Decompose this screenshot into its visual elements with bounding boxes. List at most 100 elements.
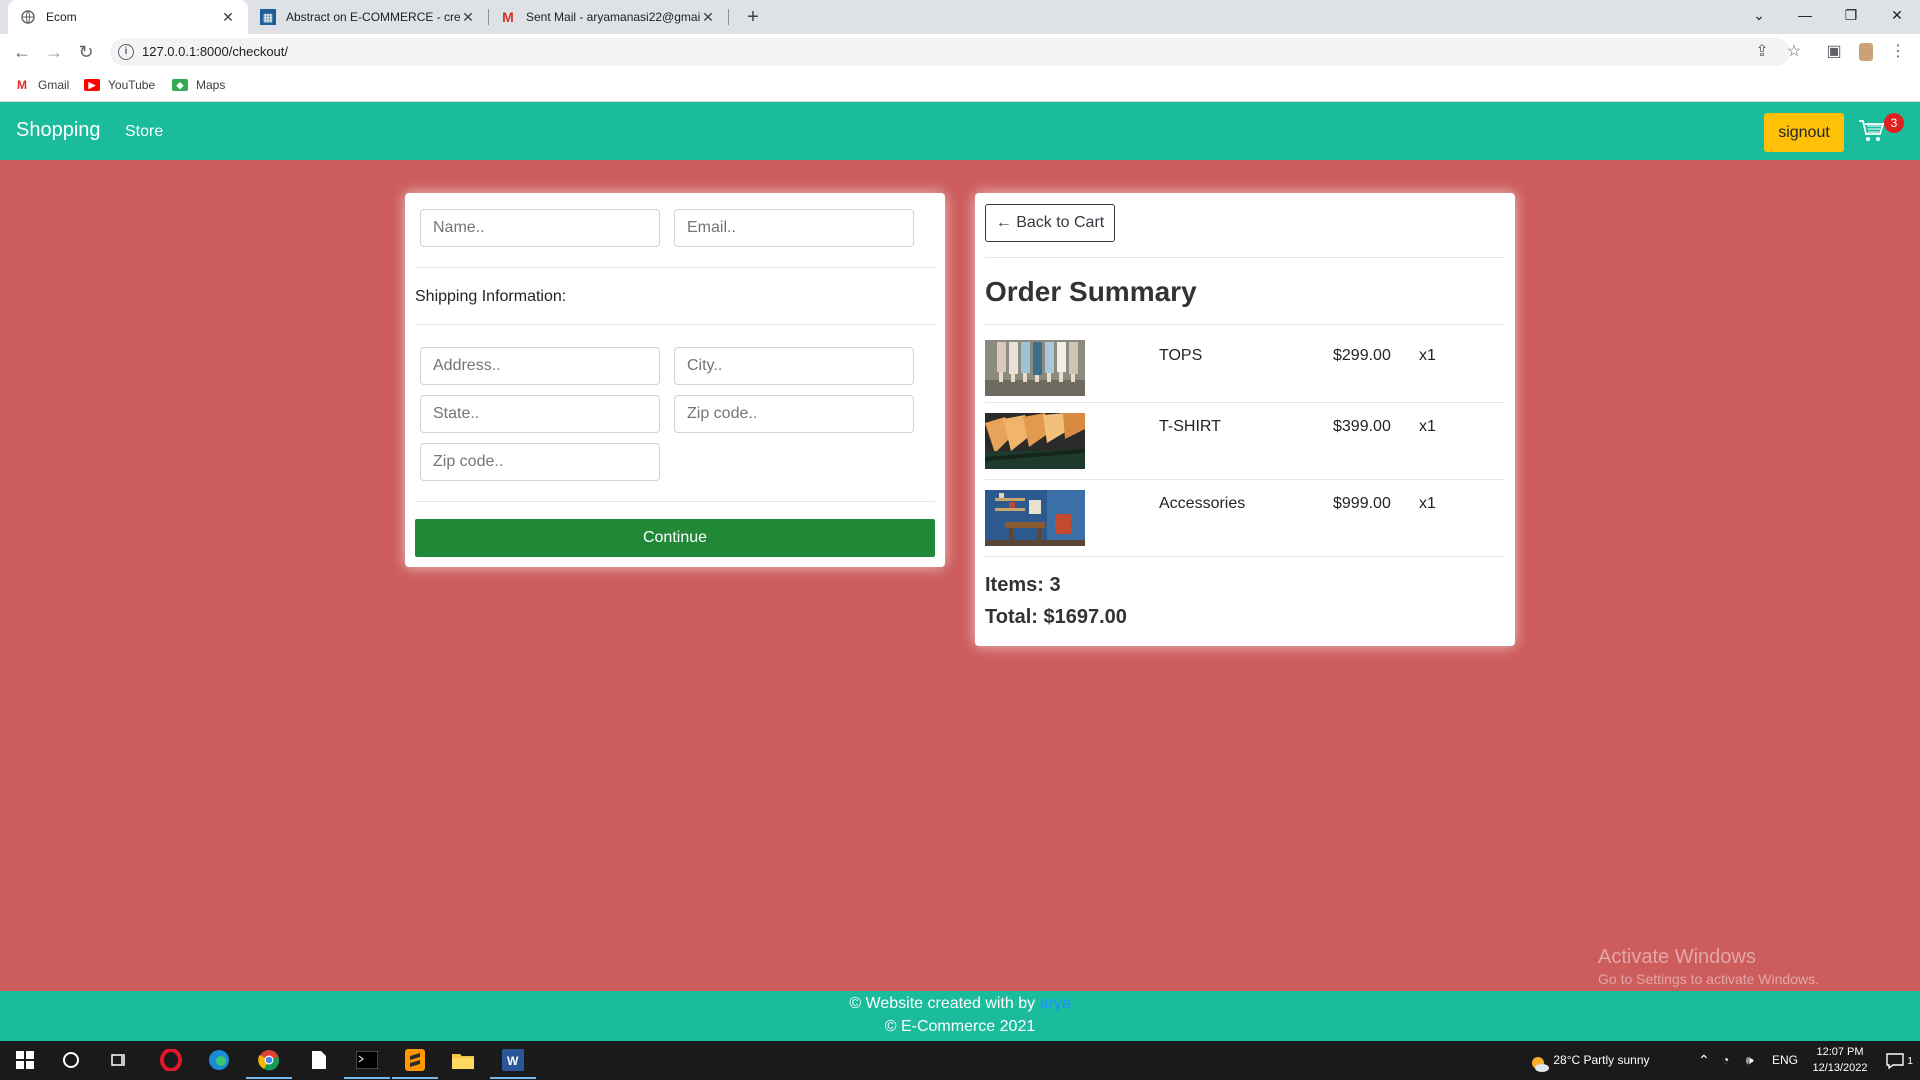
profile-avatar[interactable] (1854, 40, 1878, 64)
site-footer: © Website created with by arya © E-Comme… (0, 991, 1920, 1041)
item-name: Accessories (1159, 495, 1246, 512)
side-panel-icon[interactable]: ▣ (1822, 40, 1846, 64)
order-total: Total: $1697.00 (985, 606, 1127, 628)
file-explorer-icon[interactable] (450, 1047, 476, 1073)
item-price: $999.00 (1333, 495, 1391, 512)
close-window-button[interactable]: ✕ (1874, 0, 1920, 34)
restore-button[interactable]: ❐ (1828, 0, 1874, 34)
edge-icon[interactable] (206, 1047, 232, 1073)
sublime-text-icon[interactable] (392, 1047, 438, 1079)
opera-icon[interactable] (158, 1047, 184, 1073)
bookmark-label: Maps (196, 78, 226, 92)
share-icon[interactable]: ⇪ (1750, 40, 1774, 64)
file-icon[interactable] (306, 1047, 332, 1073)
bookmark-label: YouTube (108, 78, 156, 92)
reload-icon[interactable]: ↻ (74, 40, 98, 64)
volume-icon[interactable]: 🕪 (1746, 1041, 1754, 1080)
site-info-icon[interactable]: i (118, 44, 134, 60)
bookmark-maps[interactable]: ◆ Maps (172, 78, 225, 92)
watermark-subtitle: Go to Settings to activate Windows. (1598, 971, 1819, 987)
language-indicator[interactable]: ENG (1772, 1041, 1798, 1080)
close-tab-icon[interactable]: ✕ (700, 9, 716, 26)
signout-button[interactable]: signout (1764, 113, 1844, 152)
item-quantity: x1 (1419, 495, 1436, 512)
notification-center-icon[interactable]: 1 (1886, 1041, 1913, 1080)
cart-icon[interactable] (1858, 118, 1886, 144)
close-tab-icon[interactable]: ✕ (220, 9, 236, 26)
state-input[interactable] (420, 395, 660, 433)
zipcode-input-2[interactable] (420, 443, 660, 481)
name-input[interactable] (420, 209, 660, 247)
back-arrow-icon[interactable]: ← (10, 40, 34, 64)
search-icon[interactable] (58, 1047, 84, 1073)
cart-item-row: T-SHIRT $399.00 x1 (985, 403, 1505, 480)
browser-menu-icon[interactable]: ⋮ (1886, 40, 1910, 64)
browser-toolbar: ← → ↻ i 127.0.0.1:8000/checkout/ ⇪ ☆ ▣ ⋮ (0, 34, 1920, 70)
footer-credit-text: © Website created with by (849, 995, 1036, 1012)
divider (415, 267, 935, 268)
minimize-button[interactable]: — (1782, 0, 1828, 34)
item-price: $299.00 (1333, 347, 1391, 364)
task-view-icon[interactable] (106, 1047, 132, 1073)
clock-date: 12/13/2022 (1812, 1062, 1868, 1074)
items-count: Items: 3 (985, 574, 1061, 596)
bookmark-label: Gmail (38, 78, 70, 92)
bookmarks-bar: M Gmail ▶ YouTube ◆ Maps (0, 70, 1920, 102)
chrome-icon[interactable] (246, 1047, 292, 1079)
system-clock[interactable]: 12:07 PM 12/13/2022 (1800, 1044, 1880, 1076)
activate-windows-watermark: Activate Windows Go to Settings to activ… (1598, 946, 1819, 987)
browser-tab-abstract[interactable]: ▦ Abstract on E-COMMERCE - crea ✕ (248, 0, 488, 34)
tab-title: Sent Mail - aryamanasi22@gmai (526, 10, 700, 24)
city-input[interactable] (674, 347, 914, 385)
close-tab-icon[interactable]: ✕ (460, 9, 476, 26)
tab-divider (728, 9, 729, 25)
zipcode-input[interactable] (674, 395, 914, 433)
nav-link-store[interactable]: Store (125, 123, 163, 141)
browser-tab-strip: Ecom ✕ ▦ Abstract on E-COMMERCE - crea ✕… (0, 0, 1920, 34)
network-icon[interactable]: ◔ (1722, 1041, 1729, 1080)
cart-count-badge: 3 (1884, 113, 1904, 133)
divider (985, 556, 1505, 557)
weather-text: 28°C Partly sunny (1553, 1053, 1650, 1067)
cart-item-row: Accessories $999.00 x1 (985, 480, 1505, 557)
item-name: TOPS (1159, 347, 1203, 364)
new-tab-button[interactable]: + (740, 4, 766, 30)
address-bar[interactable]: i 127.0.0.1:8000/checkout/ (110, 38, 1790, 66)
product-image-tops (985, 340, 1085, 396)
terminal-icon[interactable] (344, 1047, 390, 1079)
tab-title: Abstract on E-COMMERCE - crea (286, 10, 460, 24)
bookmark-star-icon[interactable]: ☆ (1782, 40, 1806, 64)
email-input[interactable] (674, 209, 914, 247)
weather-widget[interactable]: 28°C Partly sunny (1530, 1041, 1650, 1080)
chevron-up-icon[interactable]: ⌃ (1698, 1041, 1710, 1080)
youtube-icon: ▶ (84, 79, 100, 91)
item-quantity: x1 (1419, 418, 1436, 435)
svg-text:W: W (507, 1054, 519, 1068)
product-image-tshirt (985, 413, 1085, 469)
bookmark-youtube[interactable]: ▶ YouTube (84, 78, 155, 92)
item-price: $399.00 (1333, 418, 1391, 435)
user-info-form: Shipping Information: Continue (405, 193, 945, 567)
footer-copyright: © E-Commerce 2021 (884, 1018, 1036, 1035)
browser-tab-ecom[interactable]: Ecom ✕ (8, 0, 248, 34)
back-to-cart-button[interactable]: ← Back to Cart (985, 204, 1115, 242)
windows-start-icon[interactable] (12, 1047, 38, 1073)
gmail-icon: M (17, 78, 27, 92)
footer-credit: © Website created with by arya (0, 995, 1920, 1013)
item-quantity: x1 (1419, 347, 1436, 364)
browser-tab-gmail[interactable]: M Sent Mail - aryamanasi22@gmai ✕ (488, 0, 728, 34)
brand-logo[interactable]: Shopping (16, 119, 101, 142)
forward-arrow-icon[interactable]: → (42, 40, 66, 64)
tab-title: Ecom (46, 10, 77, 24)
watermark-title: Activate Windows (1598, 946, 1756, 968)
tab-search-icon[interactable]: ⌄ (1736, 0, 1782, 34)
address-input[interactable] (420, 347, 660, 385)
windows-taskbar: W 28°C Partly sunny ⌃ ◔ 🕪 ENG 12:07 PM 1… (0, 1041, 1920, 1080)
footer-author-link[interactable]: arya (1040, 995, 1071, 1012)
continue-button[interactable]: Continue (415, 519, 935, 557)
word-icon[interactable]: W (490, 1047, 536, 1079)
bookmark-gmail[interactable]: M Gmail (14, 78, 69, 92)
divider (415, 501, 935, 502)
document-favicon-icon: ▦ (260, 9, 276, 25)
partly-sunny-icon (1530, 1051, 1550, 1072)
